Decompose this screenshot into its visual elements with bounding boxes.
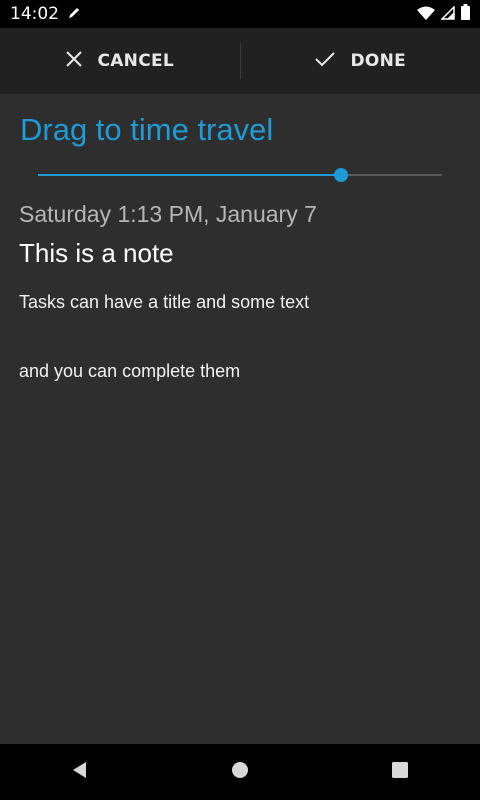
time-travel-title: Drag to time travel	[20, 112, 274, 147]
status-right	[417, 4, 470, 24]
note-date: Saturday 1:13 PM, January 7	[19, 201, 317, 227]
slider-fill	[38, 174, 341, 176]
close-icon	[65, 50, 83, 73]
back-button[interactable]	[50, 744, 110, 800]
recents-icon	[390, 760, 410, 784]
status-left: 14:02	[10, 4, 81, 24]
note-body-line-1[interactable]: Tasks can have a title and some text	[19, 292, 309, 313]
done-button[interactable]: DONE	[241, 28, 480, 94]
home-icon	[230, 760, 250, 784]
note-body-line-3[interactable]: and you can complete them	[19, 361, 240, 382]
note-detail: Drag to time travel Saturday 1:13 PM, Ja…	[0, 94, 480, 744]
cancel-label: CANCEL	[97, 51, 175, 71]
home-button[interactable]	[210, 744, 270, 800]
pencil-icon	[67, 5, 81, 24]
navigation-bar	[0, 744, 480, 800]
note-title[interactable]: This is a note	[19, 238, 174, 269]
status-time: 14:02	[10, 4, 59, 24]
action-bar: CANCEL DONE	[0, 28, 480, 94]
signal-icon	[440, 4, 455, 24]
status-bar: 14:02	[0, 0, 480, 28]
back-icon	[70, 760, 90, 784]
slider-thumb[interactable]	[334, 168, 348, 182]
check-icon	[314, 50, 336, 73]
recents-button[interactable]	[370, 744, 430, 800]
done-label: DONE	[350, 51, 407, 71]
time-travel-slider[interactable]	[38, 168, 442, 182]
battery-icon	[461, 4, 470, 24]
cancel-button[interactable]: CANCEL	[0, 28, 240, 94]
wifi-icon	[417, 5, 435, 24]
